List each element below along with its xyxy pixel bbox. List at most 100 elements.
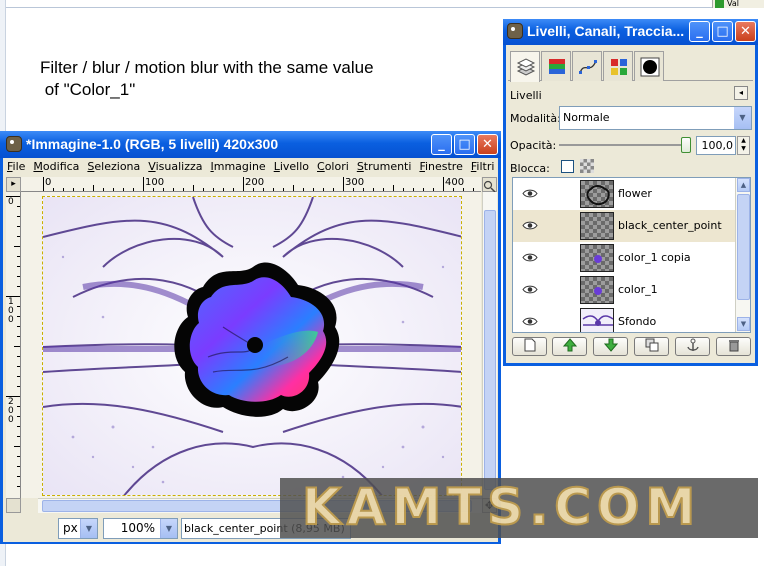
section-title: Livelli	[510, 89, 542, 102]
ruler-tick	[43, 177, 44, 191]
raise-layer-button[interactable]	[552, 337, 587, 356]
tab-paths[interactable]	[572, 51, 602, 81]
layer-row[interactable]: black_center_point	[513, 210, 735, 242]
menubar: File Modifica Seleziona Visualizza Immagine L…	[3, 158, 498, 176]
dock-menu-button[interactable]: ◂	[734, 86, 748, 100]
duplicate-layer-button[interactable]	[634, 337, 669, 356]
layer-list-scrollbar[interactable]: ▲ ▼	[735, 178, 750, 332]
instruction-line-2: of "Color_1"	[40, 80, 136, 99]
mode-select[interactable]: Normale ▼	[559, 106, 752, 130]
layers-icon	[516, 58, 536, 76]
ruler-tick	[443, 177, 444, 191]
ruler-minor-tick	[14, 446, 20, 447]
opacity-slider-handle[interactable]	[681, 137, 691, 153]
scroll-down-button[interactable]: ▼	[737, 317, 750, 331]
layer-row[interactable]: color_1	[513, 274, 735, 306]
watermark: KAMTS.COM	[280, 478, 758, 538]
opacity-input[interactable]: 100,0	[696, 136, 736, 155]
canvas-area[interactable]	[21, 192, 481, 498]
ruler-tick	[343, 177, 344, 191]
arrow-up-icon	[562, 338, 577, 352]
mode-value: Normale	[563, 111, 610, 124]
horizontal-ruler: 0 100 200 300 400	[21, 177, 481, 192]
close-button[interactable]: ✕	[735, 21, 756, 42]
scroll-up-button[interactable]: ▲	[737, 178, 750, 192]
zoom-value: 100%	[120, 521, 155, 535]
layer-list: ▲ ▼ flower black_center_point color_1 copi…	[512, 177, 751, 333]
menu-file[interactable]: File	[3, 158, 29, 176]
opacity-slider[interactable]	[559, 144, 685, 146]
layer-row[interactable]: flower	[513, 178, 735, 210]
eye-icon[interactable]	[522, 220, 538, 231]
layer-name: color_1	[618, 283, 658, 296]
unit-select[interactable]: px ▼	[58, 518, 98, 539]
instruction-text: Filter / blur / motion blur with the sam…	[40, 57, 490, 101]
eye-icon[interactable]	[522, 316, 538, 327]
ruler-minor-tick	[93, 185, 94, 191]
minimize-button[interactable]: _	[431, 134, 452, 155]
maximize-button[interactable]: □	[454, 134, 475, 155]
maximize-button[interactable]: □	[712, 21, 733, 42]
delete-layer-button[interactable]	[716, 337, 751, 356]
ruler-label: 300	[345, 177, 365, 188]
corner-button[interactable]: Val	[712, 0, 764, 8]
layer-row[interactable]: Sfondo	[513, 306, 735, 332]
minimize-button[interactable]: _	[689, 21, 710, 42]
close-button[interactable]: ✕	[477, 134, 498, 155]
layer-name: Sfondo	[618, 315, 657, 328]
quick-mask-button[interactable]	[6, 498, 21, 513]
layer-thumbnail	[580, 212, 614, 240]
layer-row[interactable]: color_1 copia	[513, 242, 735, 274]
new-layer-button[interactable]	[512, 337, 547, 356]
layer-list-scroll-thumb[interactable]	[737, 194, 750, 300]
check-icon	[715, 0, 724, 8]
eye-icon[interactable]	[522, 188, 538, 199]
instruction-line-1: Filter / blur / motion blur with the sam…	[40, 58, 374, 77]
menu-strumenti[interactable]: Strumenti	[353, 158, 416, 176]
duplicate-icon	[645, 338, 658, 352]
layers-window-title: Livelli, Canali, Traccia...	[527, 23, 685, 39]
menu-colori[interactable]: Colori	[313, 158, 353, 176]
menu-seleziona[interactable]: Seleziona	[83, 158, 144, 176]
eye-icon[interactable]	[522, 284, 538, 295]
image-canvas[interactable]	[42, 196, 462, 496]
unit-value: px	[63, 521, 78, 535]
arrow-down-icon	[603, 338, 618, 352]
tab-layers[interactable]	[510, 51, 540, 82]
color-thumbnail-shape	[594, 255, 602, 263]
opacity-label: Opacità:	[510, 139, 557, 152]
paths-icon	[579, 60, 597, 74]
anchor-icon	[686, 338, 699, 351]
gimp-icon	[507, 23, 523, 39]
ruler-label: 0	[8, 197, 14, 207]
ruler-tick	[243, 177, 244, 191]
anchor-layer-button[interactable]	[675, 337, 710, 356]
layer-name: flower	[618, 187, 652, 200]
layer-name: black_center_point	[618, 219, 722, 232]
zoom-select[interactable]: 100% ▼	[103, 518, 178, 539]
chevron-down-icon: ▼	[80, 519, 97, 538]
menu-visualizza[interactable]: Visualizza	[144, 158, 206, 176]
watermark-text: KAMTS.COM	[301, 478, 702, 537]
tab-channels[interactable]	[541, 51, 571, 81]
gimp-icon	[6, 136, 22, 152]
chevron-down-icon: ▼	[160, 519, 177, 538]
menu-livello[interactable]: Livello	[270, 158, 313, 176]
tab-mask[interactable]	[634, 51, 664, 81]
zoom-fit-button[interactable]	[482, 177, 497, 193]
menu-arrow-button[interactable]: ▸	[6, 177, 21, 192]
vertical-scrollbar[interactable]	[482, 192, 497, 498]
tab-colormap[interactable]	[603, 51, 633, 81]
opacity-spinner[interactable]: ▲ ▼	[737, 136, 750, 155]
lower-layer-button[interactable]	[593, 337, 628, 356]
layer-thumbnail	[580, 308, 614, 332]
eye-icon[interactable]	[522, 252, 538, 263]
lock-alpha-checkbox[interactable]	[561, 160, 574, 173]
menu-finestre[interactable]: Finestre	[415, 158, 466, 176]
vertical-scroll-thumb[interactable]	[484, 210, 496, 490]
menu-filtri[interactable]: Filtri	[467, 158, 498, 176]
menu-immagine[interactable]: Immagine	[206, 158, 269, 176]
trash-icon	[728, 340, 739, 352]
image-window-titlebar[interactable]: *Immagine-1.0 (RGB, 5 livelli) 420x300	[0, 131, 501, 158]
menu-modifica[interactable]: Modifica	[29, 158, 83, 176]
